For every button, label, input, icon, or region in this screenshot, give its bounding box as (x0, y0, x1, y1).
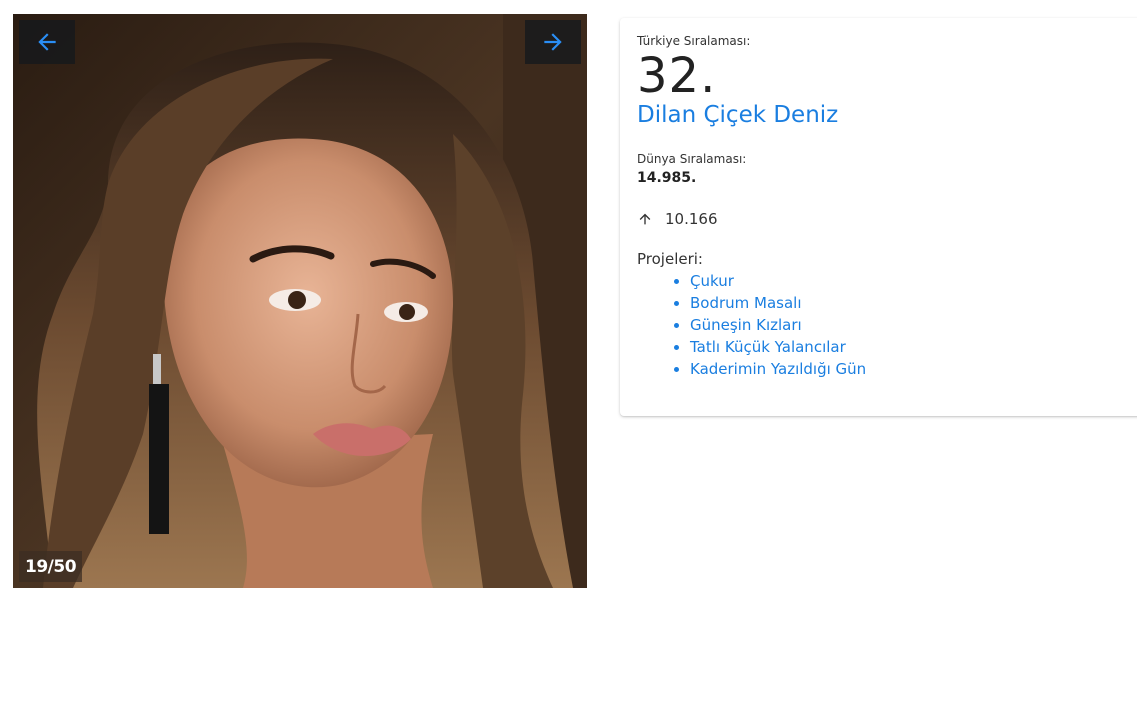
arrow-right-icon (544, 33, 562, 51)
project-link[interactable]: Bodrum Masalı (690, 294, 802, 312)
photo-gallery: 19/50 (13, 14, 587, 588)
turkey-rank-value: 32. (637, 48, 717, 104)
projects-label: Projeleri: (637, 250, 703, 268)
project-link[interactable]: Çukur (690, 272, 734, 290)
rank-trend: 10.166 (637, 210, 1133, 228)
profile-photo (13, 14, 587, 588)
projects-list: Çukur Bodrum Masalı Güneşin Kızları Tatl… (637, 270, 1133, 380)
project-link[interactable]: Güneşin Kızları (690, 316, 802, 334)
list-item: Güneşin Kızları (690, 314, 1133, 336)
turkey-rank-label: Türkiye Sıralaması: (637, 34, 751, 48)
arrow-up-icon (637, 211, 653, 227)
project-link[interactable]: Kaderimin Yazıldığı Gün (690, 360, 866, 378)
world-rank-label: Dünya Sıralaması: (637, 152, 747, 166)
list-item: Bodrum Masalı (690, 292, 1133, 314)
list-item: Kaderimin Yazıldığı Gün (690, 358, 1133, 380)
list-item: Tatlı Küçük Yalancılar (690, 336, 1133, 358)
photo-counter: 19/50 (19, 551, 83, 582)
next-photo-button[interactable] (525, 20, 581, 64)
world-rank-value: 14.985. (637, 170, 697, 186)
trend-value: 10.166 (665, 210, 718, 228)
list-item: Çukur (690, 270, 1133, 292)
arrow-left-icon (38, 33, 56, 51)
profile-name-link[interactable]: Dilan Çiçek Deniz (637, 102, 838, 128)
profile-card: Türkiye Sıralaması: 32. Dilan Çiçek Deni… (620, 18, 1137, 416)
project-link[interactable]: Tatlı Küçük Yalancılar (690, 338, 846, 356)
previous-photo-button[interactable] (19, 20, 75, 64)
